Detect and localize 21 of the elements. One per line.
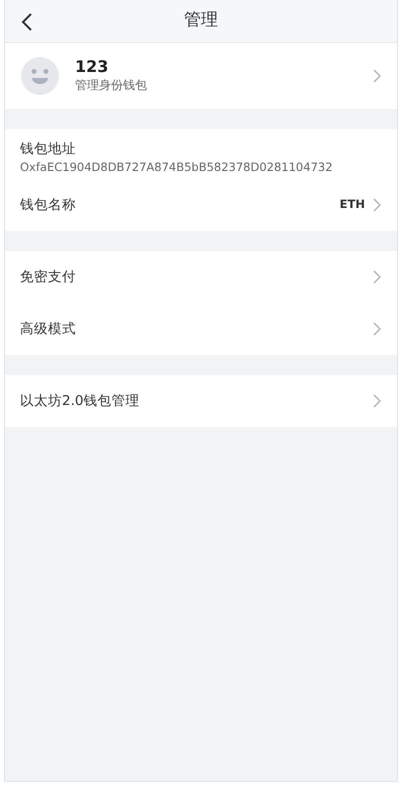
row-label: 高级模式: [20, 320, 77, 339]
profile-name: 123: [75, 58, 110, 76]
chevron-right-icon: [373, 69, 381, 83]
page-title: 管理: [184, 9, 218, 32]
chevron-right-icon: [373, 270, 381, 284]
row-label: 免密支付: [20, 268, 77, 287]
chevron-right-icon: [373, 322, 381, 336]
row-value: ETH: [340, 196, 365, 214]
settings-row[interactable]: 高级模式: [5, 303, 397, 355]
avatar-icon: [21, 57, 59, 95]
chevron-right-icon: [373, 198, 381, 212]
profile-card[interactable]: 123 管理身份钱包: [5, 43, 397, 109]
row-label: 以太坊2.0钱包管理: [20, 392, 140, 411]
row-label: 钱包名称: [20, 196, 77, 215]
wallet-address: OxfaEC1904D8DB727A874B5bB582378D0281104732: [20, 159, 334, 176]
profile-subtitle: 管理身份钱包: [75, 76, 148, 94]
settings-row[interactable]: 钱包名称 ETH: [5, 179, 397, 231]
settings-row[interactable]: 免密支付: [5, 251, 397, 303]
chevron-right-icon: [373, 394, 381, 408]
settings-row[interactable]: 以太坊2.0钱包管理: [5, 375, 397, 427]
address-label: 钱包地址: [20, 140, 77, 159]
